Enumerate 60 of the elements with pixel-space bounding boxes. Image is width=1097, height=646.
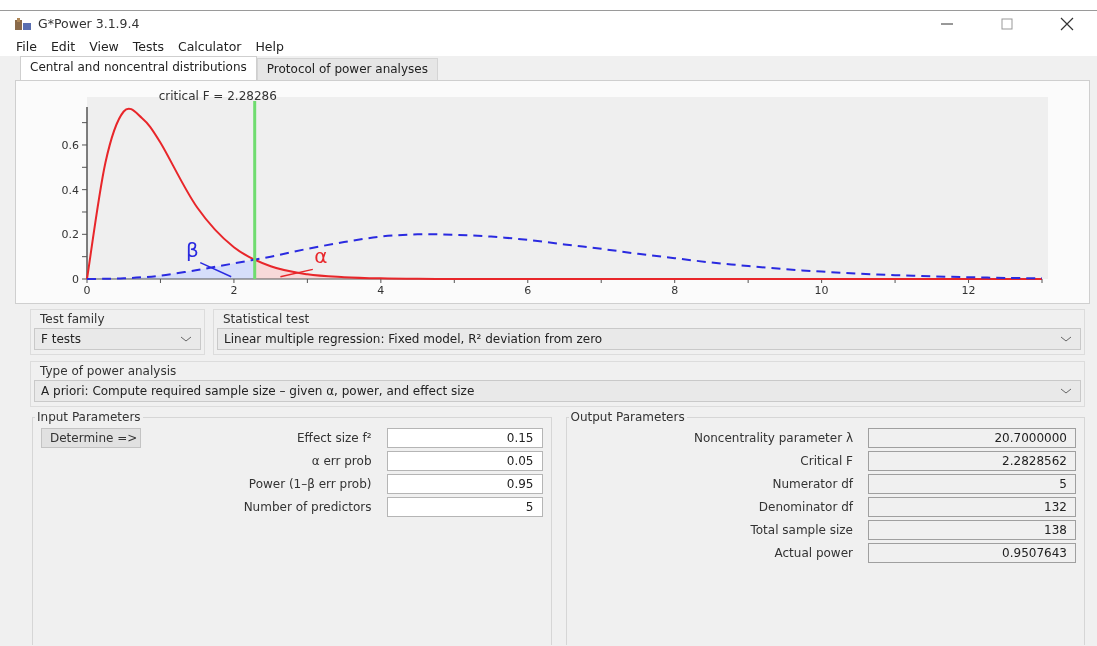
leader-line: [279, 268, 314, 278]
tab[interactable]: Protocol of power analyses: [256, 58, 438, 80]
tick-label: 0.6: [61, 138, 79, 152]
tab[interactable]: Central and noncentral distributions: [20, 56, 257, 80]
menu-item[interactable]: View: [83, 38, 125, 54]
maximize-icon[interactable]: [1000, 16, 1014, 31]
field-label: Numerator df: [771, 477, 855, 491]
field-label: Total sample size: [749, 523, 854, 537]
tick-label: 4: [377, 284, 385, 297]
field-label: α err prob: [310, 454, 373, 468]
input-field[interactable]: 5: [386, 497, 543, 517]
window-title: G*Power 3.1.9.4: [38, 16, 140, 31]
chevron-icon: [1060, 387, 1072, 395]
chevron-icon: [180, 335, 192, 343]
annotation-label: α: [314, 244, 328, 269]
leader-line: [199, 261, 232, 278]
output-field[interactable]: 2.2828562: [868, 451, 1076, 471]
field-label: Number of predictors: [242, 500, 373, 514]
annotation-label: β: [185, 237, 199, 262]
tick-label: 8: [671, 284, 679, 297]
tick-label: 6: [524, 284, 532, 297]
tick-label: 0: [83, 284, 91, 297]
input-field[interactable]: 0.95: [386, 474, 543, 494]
field-label: Denominator df: [757, 500, 855, 514]
menu-item[interactable]: Edit: [44, 38, 82, 54]
menu-item[interactable]: Calculator: [171, 38, 248, 54]
output-field[interactable]: 138: [868, 520, 1076, 540]
field-label: Statistical test: [222, 312, 311, 328]
menu-item[interactable]: Help: [249, 38, 290, 54]
app-icon: [14, 16, 32, 31]
chart-title: critical F = 2.28286: [158, 89, 277, 103]
chevron-icon: [1060, 335, 1072, 343]
group-title: Input Parameters: [35, 410, 143, 424]
statistical-test-dropdown[interactable]: Linear multiple regression: Fixed model, R² deviation from zero: [217, 328, 1081, 350]
field-label: Power (1–β err prob): [247, 477, 373, 491]
group-title: Output Parameters: [568, 410, 687, 424]
tick-label: 2: [230, 284, 238, 297]
output-field[interactable]: 132: [868, 497, 1076, 517]
close-icon[interactable]: [1060, 16, 1074, 31]
analysis-type-dropdown[interactable]: A priori: Compute required sample size – given α, power, and effect size: [34, 380, 1081, 402]
field-label: Test family: [39, 312, 106, 328]
menu-item[interactable]: Tests: [126, 38, 170, 54]
field-label: Type of power analysis: [39, 364, 178, 380]
tick-label: 0.2: [61, 228, 79, 242]
field-label: Actual power: [773, 546, 854, 560]
output-field[interactable]: 20.7000000: [868, 428, 1076, 448]
field-label: Critical F: [799, 454, 854, 468]
output-field[interactable]: 0.9507643: [868, 543, 1076, 563]
tick-label: 12: [961, 284, 976, 297]
input-field[interactable]: 0.15: [386, 428, 543, 448]
determine-button[interactable]: Determine =>: [41, 428, 141, 448]
menu-item[interactable]: File: [10, 38, 43, 54]
output-field[interactable]: 5: [868, 474, 1076, 494]
tick-label: 0.4: [61, 183, 79, 197]
tick-label: 10: [814, 284, 829, 297]
tick-label: 0: [72, 273, 79, 286]
input-field[interactable]: 0.05: [386, 451, 543, 471]
test-family-dropdown[interactable]: F tests: [34, 328, 201, 350]
field-label: Effect size f²: [296, 431, 373, 445]
field-label: Noncentrality parameter λ: [692, 431, 854, 445]
